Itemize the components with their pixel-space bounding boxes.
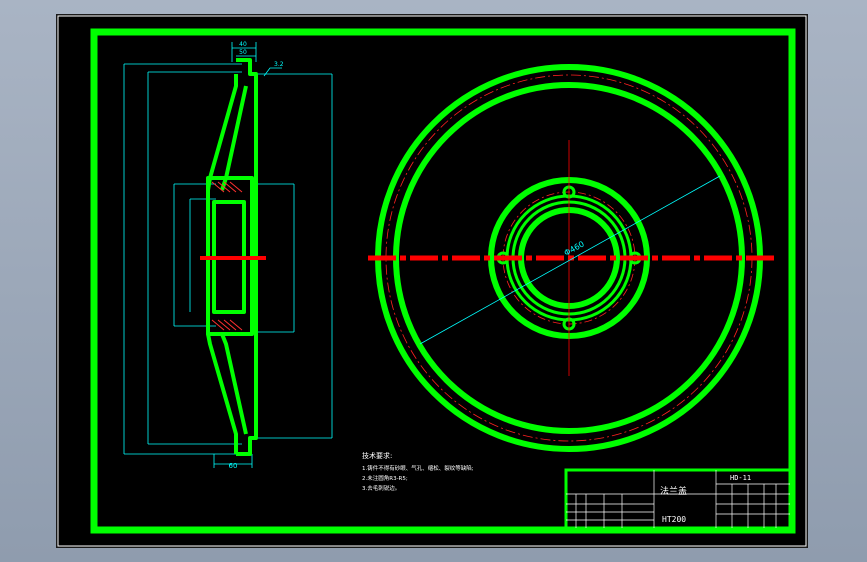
surface-roughness: 3.2 — [274, 61, 284, 68]
section-view: 40 50 60 3.2 — [123, 41, 333, 470]
notes-heading: 技术要求: — [362, 451, 392, 460]
front-view: Φ460 — [368, 64, 774, 452]
notes-line-3: 3.去毛刺锐边。 — [362, 484, 400, 492]
dim-bottom-width: 60 — [229, 462, 238, 470]
technical-notes: 技术要求: 1.铸件不得有砂眼、气孔、缩松、裂纹等缺陷; 2.未注圆角R3-R5… — [362, 451, 474, 492]
part-name: 法兰盖 — [660, 485, 687, 497]
material: HT200 — [662, 515, 686, 524]
cad-viewport[interactable]: 40 50 60 3.2 Φ460 技术要求: 1.铸件不得有砂眼、气孔、缩松、… — [56, 14, 808, 548]
dim-bolt-circle: Φ460 — [563, 239, 586, 257]
dim-top-width: 40 — [239, 41, 247, 48]
drawing-number: HD-11 — [730, 474, 751, 482]
title-block: 法兰盖 HT200 HD-11 — [564, 468, 792, 530]
dim-top-hub: 50 — [239, 49, 247, 56]
notes-line-2: 2.未注圆角R3-R5; — [362, 474, 408, 482]
notes-line-1: 1.铸件不得有砂眼、气孔、缩松、裂纹等缺陷; — [362, 464, 474, 472]
drawing-sheet: 40 50 60 3.2 Φ460 技术要求: 1.铸件不得有砂眼、气孔、缩松、… — [57, 15, 807, 547]
